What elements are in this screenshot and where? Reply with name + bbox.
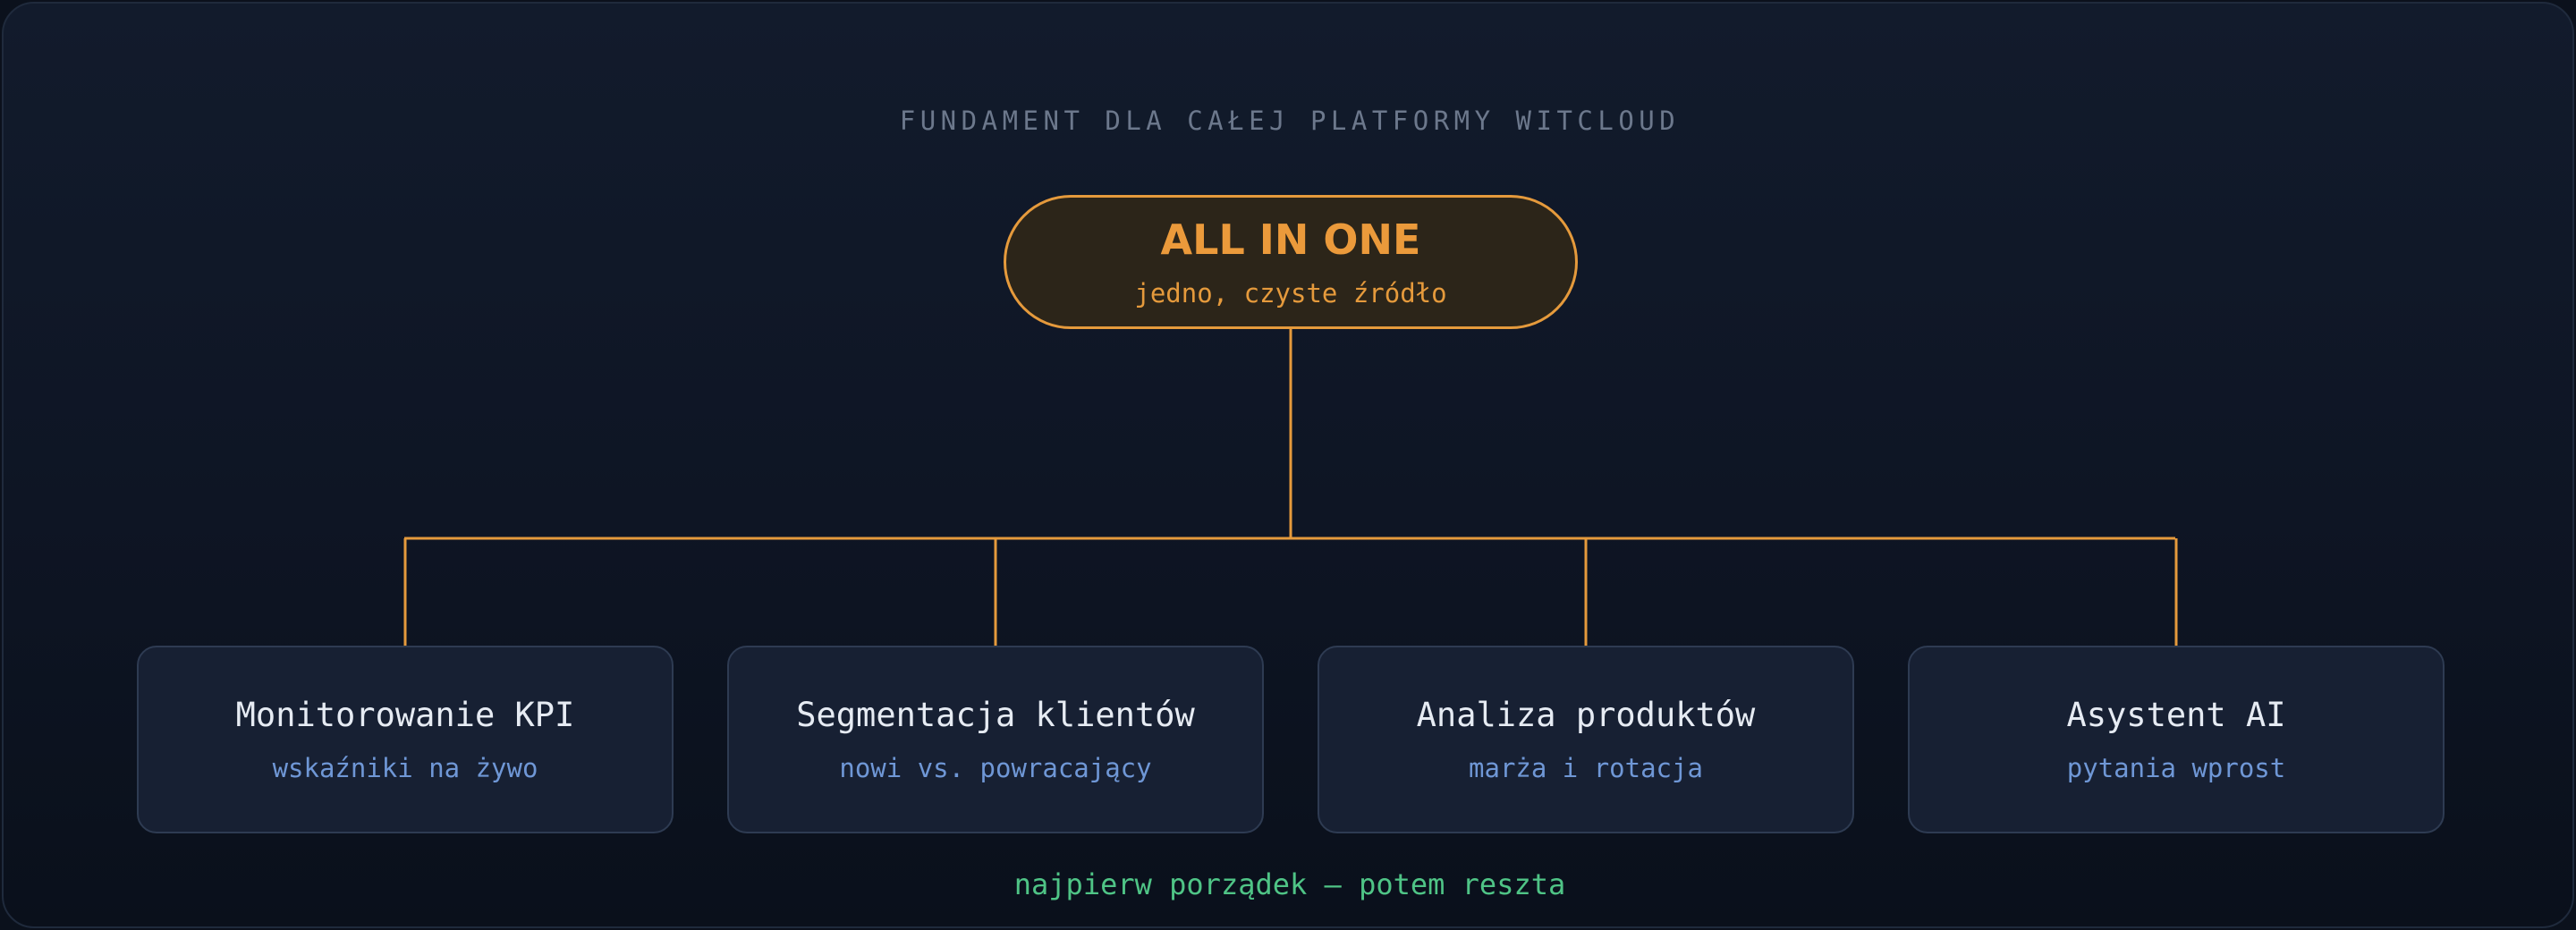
child-node-title: Asystent AI [2066, 696, 2286, 734]
child-node-title: Analiza produktów [1416, 696, 1756, 734]
root-node-title: ALL IN ONE [1160, 216, 1421, 264]
child-node-subtitle: wskaźniki na żywo [272, 753, 538, 783]
child-node-subtitle: pytania wprost [2066, 753, 2286, 783]
child-node-title: Monitorowanie KPI [235, 696, 575, 734]
child-node-subtitle: marża i rotacja [1469, 753, 1703, 783]
diagram-frame: FUNDAMENT DLA CAŁEJ PLATFORMY WITCLOUD A… [2, 2, 2574, 928]
child-node-segmentation: Segmentacja klientów nowi vs. powracając… [727, 646, 1264, 833]
child-node-ai-assistant: Asystent AI pytania wprost [1908, 646, 2445, 833]
child-node-products: Analiza produktów marża i rotacja [1318, 646, 1854, 833]
child-node-subtitle: nowi vs. powracający [839, 753, 1152, 783]
child-node-kpi: Monitorowanie KPI wskaźniki na żywo [137, 646, 674, 833]
root-node-subtitle: jedno, czyste źródło [1134, 278, 1447, 309]
child-node-title: Segmentacja klientów [796, 696, 1195, 734]
root-node: ALL IN ONE jedno, czyste źródło [1004, 195, 1578, 329]
diagram-footer-tagline: najpierw porządek — potem reszta [1013, 867, 1566, 901]
